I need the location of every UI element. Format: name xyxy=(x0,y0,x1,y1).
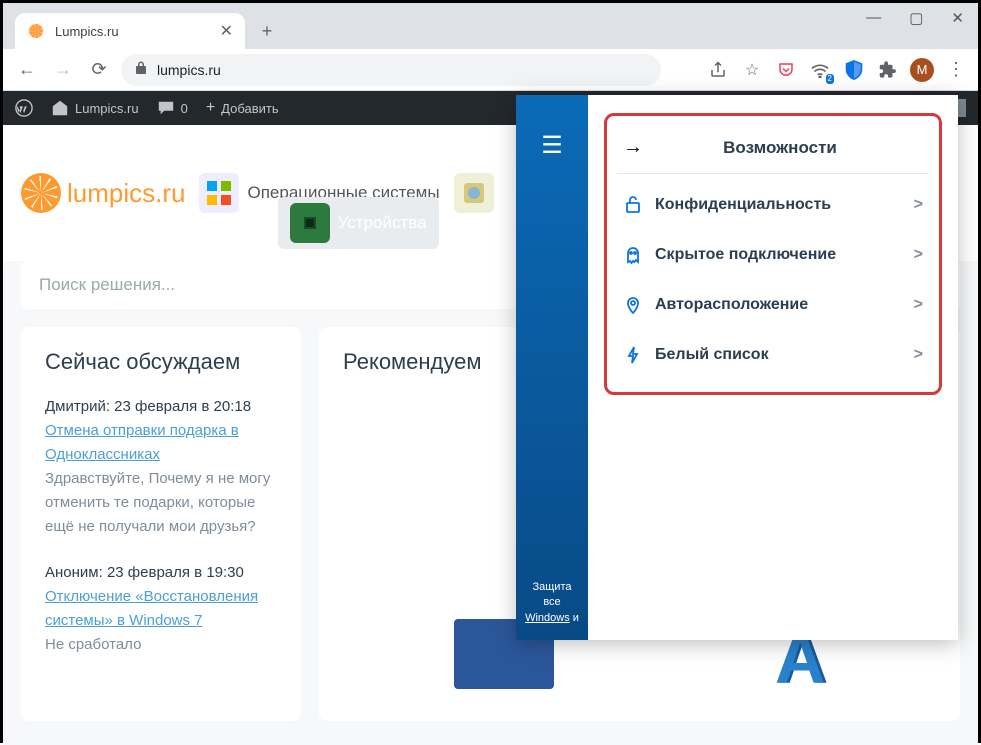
extension-item-label: Конфиденциальность xyxy=(655,196,831,214)
extension-item-label: Белый список xyxy=(655,346,769,364)
wp-logo[interactable] xyxy=(15,99,33,117)
discuss-text: Здравствуйте, Почему я не могу отменить … xyxy=(45,467,277,539)
reload-button[interactable]: ⟳ xyxy=(85,56,113,84)
wp-comments-count: 0 xyxy=(181,101,188,116)
extension-sidebar: ☰ Защита все Windows и xyxy=(516,95,588,640)
discuss-meta: Аноним: 23 февраля в 19:30 xyxy=(45,561,277,585)
shield-extension-icon[interactable] xyxy=(842,58,866,82)
discuss-panel: Сейчас обсуждаем Дмитрий: 23 февраля в 2… xyxy=(21,327,301,721)
maximize-button[interactable]: ▢ xyxy=(909,9,923,27)
extension-main: → Возможности Конфиденциальность > Скрыт… xyxy=(588,95,958,640)
location-pin-icon xyxy=(623,296,643,314)
extension-item-autolocation[interactable]: Авторасположение > xyxy=(617,280,929,330)
os-icon xyxy=(199,173,239,213)
wp-add-label: Добавить xyxy=(221,101,278,116)
new-tab-button[interactable]: + xyxy=(253,17,281,45)
discuss-meta: Дмитрий: 23 февраля в 20:18 xyxy=(45,395,277,419)
extensions-puzzle-icon[interactable] xyxy=(876,58,900,82)
profile-avatar[interactable]: M xyxy=(910,58,934,82)
url-text: lumpics.ru xyxy=(157,62,221,78)
extension-item-whitelist[interactable]: Белый список > xyxy=(617,330,929,380)
ghost-icon xyxy=(623,246,643,264)
extension-popup: ☰ Защита все Windows и → Возможности Кон… xyxy=(516,95,958,640)
extension-item-label: Скрытое подключение xyxy=(655,246,836,264)
extension-badge: 2 xyxy=(826,74,834,84)
extension-menu-button[interactable]: ☰ xyxy=(541,131,563,160)
lock-open-icon xyxy=(623,196,643,214)
browser-toolbar: ← → ⟳ lumpics.ru ☆ 2 M ⋮ xyxy=(3,49,978,91)
extension-title: Возможности xyxy=(657,138,903,158)
extension-item-stealth[interactable]: Скрытое подключение > xyxy=(617,230,929,280)
discuss-item: Аноним: 23 февраля в 19:30 Отключение «В… xyxy=(45,561,277,657)
discuss-link[interactable]: Отмена отправки подарка в Одноклассниках xyxy=(45,422,239,463)
search-placeholder: Поиск решения... xyxy=(39,275,175,294)
lightning-icon xyxy=(623,346,643,364)
tab-favicon-icon xyxy=(27,22,45,40)
tab-title: Lumpics.ru xyxy=(55,24,210,39)
close-window-button[interactable]: ✕ xyxy=(951,9,964,27)
extension-highlight: → Возможности Конфиденциальность > Скрыт… xyxy=(604,113,942,395)
discuss-text: Не сработало xyxy=(45,633,277,657)
wp-comments[interactable]: 0 xyxy=(157,99,188,117)
extension-item-privacy[interactable]: Конфиденциальность > xyxy=(617,180,929,230)
chevron-right-icon: > xyxy=(914,296,923,314)
window-controls: — ▢ ✕ xyxy=(866,9,964,27)
chevron-right-icon: > xyxy=(914,246,923,264)
share-icon[interactable] xyxy=(706,58,730,82)
bookmark-star-icon[interactable]: ☆ xyxy=(740,58,764,82)
address-bar[interactable]: lumpics.ru xyxy=(121,54,661,86)
discuss-item: Дмитрий: 23 февраля в 20:18 Отмена отпра… xyxy=(45,395,277,539)
extension-footer-link[interactable]: Windows xyxy=(525,612,570,624)
logo-icon xyxy=(21,173,61,213)
forward-button[interactable]: → xyxy=(49,56,77,84)
tab-bar: Lumpics.ru ✕ + xyxy=(3,3,978,49)
wp-add-new[interactable]: + Добавить xyxy=(206,99,279,117)
site-logo[interactable]: lumpics.ru xyxy=(21,173,185,213)
browser-menu-button[interactable]: ⋮ xyxy=(944,58,968,82)
pocket-icon[interactable] xyxy=(774,58,798,82)
toolbar-actions: ☆ 2 M ⋮ xyxy=(706,58,968,82)
logo-text: lumpics.ru xyxy=(67,179,185,208)
devices-icon xyxy=(290,203,330,243)
chevron-right-icon: > xyxy=(914,196,923,214)
extension-header: → Возможности xyxy=(617,128,929,174)
nav-devices-label: Устройства xyxy=(338,213,427,233)
extension-footer: Защита все Windows и xyxy=(516,566,588,640)
wifi-extension-icon[interactable]: 2 xyxy=(808,58,832,82)
wp-site-name: Lumpics.ru xyxy=(75,101,139,116)
tab-close-button[interactable]: ✕ xyxy=(220,21,233,41)
browser-tab[interactable]: Lumpics.ru ✕ xyxy=(15,13,245,49)
discuss-title: Сейчас обсуждаем xyxy=(45,349,277,375)
lock-icon xyxy=(135,61,147,78)
devices-aux-icon[interactable] xyxy=(454,173,494,213)
back-button[interactable]: ← xyxy=(13,56,41,84)
wp-site-link[interactable]: Lumpics.ru xyxy=(51,99,139,117)
nav-devices[interactable]: Устройства xyxy=(278,197,439,249)
extension-back-button[interactable]: → xyxy=(623,136,643,159)
minimize-button[interactable]: — xyxy=(866,9,881,27)
discuss-link[interactable]: Отключение «Восстановления системы» в Wi… xyxy=(45,588,258,629)
extension-item-label: Авторасположение xyxy=(655,296,808,314)
chevron-right-icon: > xyxy=(914,346,923,364)
